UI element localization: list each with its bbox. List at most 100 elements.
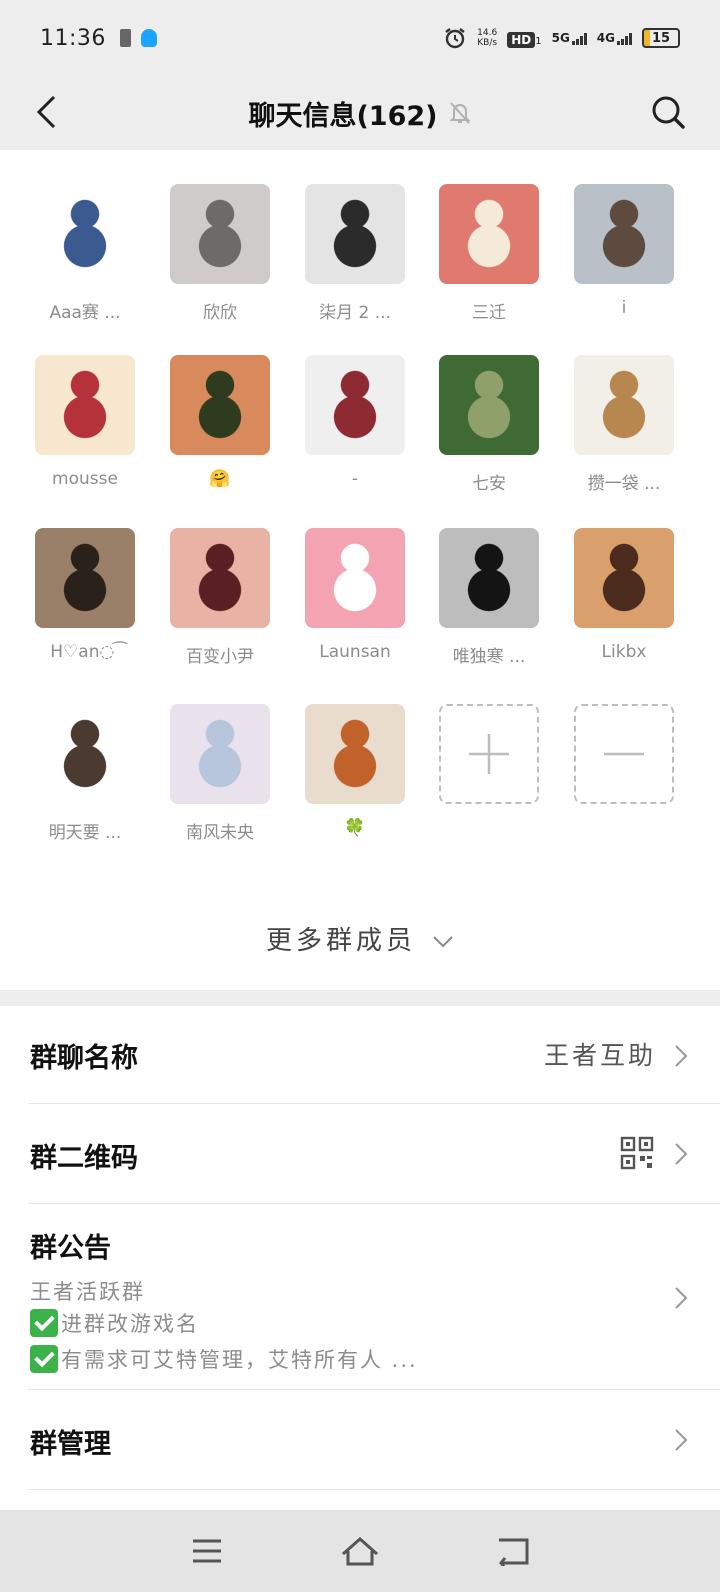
add-member-button[interactable] bbox=[439, 704, 539, 804]
group-manage-row[interactable]: 群管理 bbox=[28, 1390, 720, 1490]
group-notice-label: 群公告 bbox=[30, 1233, 111, 1264]
status-time: 11:36 bbox=[40, 25, 106, 51]
alarm-icon bbox=[445, 28, 465, 49]
avatar[interactable] bbox=[170, 355, 270, 455]
chevron-right-icon bbox=[675, 1287, 688, 1309]
avatar[interactable] bbox=[574, 528, 674, 628]
qq-notification-icon bbox=[140, 29, 157, 47]
member-item[interactable]: 欣欣 bbox=[170, 184, 270, 323]
group-qr-label: 群二维码 bbox=[30, 1143, 138, 1174]
member-name: 🍀 bbox=[344, 818, 366, 838]
member-name: mousse bbox=[52, 469, 118, 489]
member-item[interactable]: 柒月 2 ... bbox=[305, 184, 405, 323]
member-name: Launsan bbox=[319, 642, 391, 662]
back-button[interactable] bbox=[24, 90, 68, 134]
net-speed-unit: KB/s bbox=[477, 38, 498, 48]
status-bar: 11:36 14.6 KB/s HD 1 5G 4G 15 bbox=[0, 0, 720, 76]
avatar[interactable] bbox=[439, 528, 539, 628]
notice-line: 有需求可艾特管理，艾特所有人 ... bbox=[30, 1344, 418, 1375]
net-speed-value: 14.6 bbox=[477, 28, 498, 38]
chevron-left-icon bbox=[36, 95, 56, 129]
member-item[interactable]: 百变小尹 bbox=[170, 528, 270, 667]
avatar[interactable] bbox=[35, 528, 135, 628]
group-notice-row[interactable]: 群公告 王者活跃群 进群改游戏名 有需求可艾特管理，艾特所有人 ... bbox=[28, 1204, 720, 1390]
chevron-down-icon bbox=[433, 935, 453, 947]
signal-bars-icon bbox=[571, 33, 587, 45]
member-item[interactable]: Launsan bbox=[305, 528, 405, 662]
remove-member-button[interactable] bbox=[574, 704, 674, 804]
avatar[interactable] bbox=[305, 184, 405, 284]
nav-back-button[interactable] bbox=[483, 1526, 543, 1576]
chevron-right-icon bbox=[675, 1045, 688, 1067]
chevron-right-icon bbox=[675, 1143, 688, 1165]
member-item[interactable]: Likbx bbox=[574, 528, 674, 662]
signal-5g: 5G bbox=[552, 31, 587, 45]
search-button[interactable] bbox=[644, 88, 692, 136]
avatar[interactable] bbox=[439, 355, 539, 455]
member-item[interactable]: H♡an◌ ͡ bbox=[35, 528, 135, 662]
member-item[interactable]: 攒一袋 ... bbox=[574, 355, 674, 494]
minus-icon bbox=[604, 752, 644, 756]
member-item[interactable]: 七安 bbox=[439, 355, 539, 494]
group-manage-label: 群管理 bbox=[30, 1429, 111, 1460]
hd-badge: HD 1 bbox=[507, 29, 542, 48]
avatar[interactable] bbox=[305, 704, 405, 804]
member-item[interactable]: mousse bbox=[35, 355, 135, 489]
more-members-label: 更多群成员 bbox=[265, 926, 416, 956]
member-item[interactable]: Aaa赛 ... bbox=[35, 184, 135, 323]
member-name: Aaa赛 ... bbox=[49, 303, 121, 323]
member-name: 柒月 2 ... bbox=[319, 303, 391, 323]
member-item[interactable]: 南风未央 bbox=[170, 704, 270, 843]
member-item[interactable]: 三迁 bbox=[439, 184, 539, 323]
hd-label: HD bbox=[507, 31, 536, 48]
member-name: i bbox=[621, 298, 627, 318]
add-member[interactable] bbox=[439, 704, 539, 804]
check-mark-icon bbox=[30, 1345, 58, 1373]
avatar[interactable] bbox=[305, 528, 405, 628]
notice-line-text: 有需求可艾特管理，艾特所有人 ... bbox=[61, 1348, 418, 1372]
member-item[interactable]: 🍀 bbox=[305, 704, 405, 838]
menu-button[interactable] bbox=[177, 1526, 237, 1576]
group-qr-row[interactable]: 群二维码 bbox=[28, 1104, 720, 1204]
member-name: 明天要 ... bbox=[48, 823, 122, 843]
avatar[interactable] bbox=[35, 184, 135, 284]
member-item[interactable]: 明天要 ... bbox=[35, 704, 135, 843]
members-panel: Aaa赛 ... 欣欣 柒月 2 ... 三迁 i mousse 🤗 - 七安 攒一袋 ... H♡… bbox=[0, 150, 720, 990]
menu-icon bbox=[192, 1539, 221, 1563]
member-name: - bbox=[351, 469, 359, 489]
more-members-button[interactable]: 更多群成员 bbox=[0, 920, 720, 957]
signal-4g: 4G bbox=[597, 31, 632, 45]
settings-panel: 群聊名称 王者互助 群二维码 群公告 王者活跃群 进群改游戏名 有需求可艾特管理… bbox=[0, 1006, 720, 1510]
avatar[interactable] bbox=[170, 184, 270, 284]
member-name: 欣欣 bbox=[203, 303, 237, 323]
avatar[interactable] bbox=[170, 528, 270, 628]
notice-line-text: 王者活跃群 bbox=[30, 1280, 145, 1304]
notice-line-text: 进群改游戏名 bbox=[61, 1312, 199, 1336]
member-name: 🤗 bbox=[209, 469, 231, 489]
group-name-row[interactable]: 群聊名称 王者互助 bbox=[28, 1006, 720, 1104]
avatar[interactable] bbox=[439, 184, 539, 284]
member-item[interactable]: - bbox=[305, 355, 405, 489]
member-item[interactable]: 🤗 bbox=[170, 355, 270, 489]
home-button[interactable] bbox=[330, 1526, 390, 1576]
page-title: 聊天信息(162) bbox=[248, 100, 438, 132]
signal-bars-icon bbox=[617, 33, 632, 45]
check-mark-icon bbox=[30, 1309, 58, 1337]
battery-icon: 15 bbox=[642, 28, 680, 48]
bell-off-icon bbox=[449, 102, 470, 124]
remove-member[interactable] bbox=[574, 704, 674, 804]
signal-4g-label: 4G bbox=[596, 31, 615, 45]
battery-level: 15 bbox=[651, 30, 671, 46]
member-item[interactable]: 唯独寒 ... bbox=[439, 528, 539, 667]
avatar[interactable] bbox=[574, 184, 674, 284]
home-icon bbox=[341, 1536, 378, 1566]
avatar[interactable] bbox=[574, 355, 674, 455]
avatar[interactable] bbox=[35, 704, 135, 804]
notice-line: 进群改游戏名 bbox=[30, 1308, 199, 1339]
avatar[interactable] bbox=[35, 355, 135, 455]
avatar[interactable] bbox=[305, 355, 405, 455]
signal-5g-label: 5G bbox=[551, 31, 570, 45]
member-item[interactable]: i bbox=[574, 184, 674, 318]
member-name: H♡an◌ ͡ bbox=[50, 642, 120, 662]
avatar[interactable] bbox=[170, 704, 270, 804]
